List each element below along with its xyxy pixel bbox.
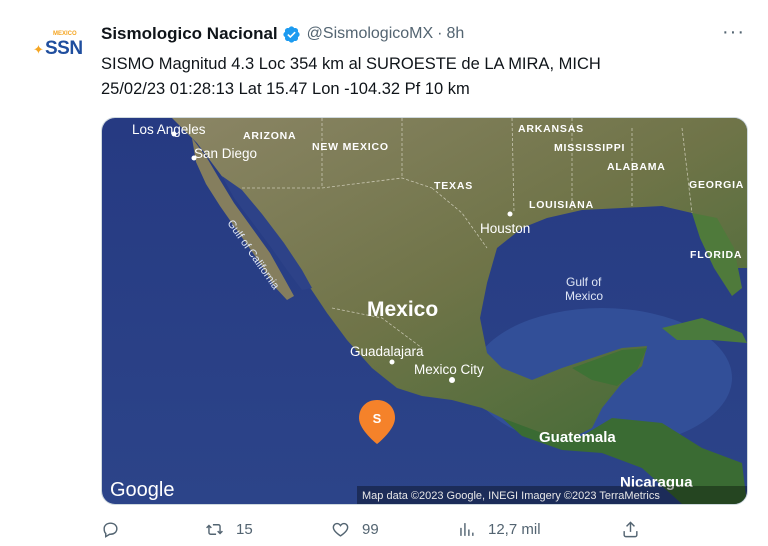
- google-logo: Google: [110, 479, 175, 501]
- label-arkansas: ARKANSAS: [518, 123, 584, 135]
- label-georgia: GEORGIA: [689, 179, 744, 191]
- map-graphic: ARIZONA NEW MEXICO TEXAS ARKANSAS MISSIS…: [102, 118, 747, 504]
- reply-icon: [103, 522, 118, 538]
- retweet-icon: [206, 524, 223, 535]
- tweet-text-line: SISMO Magnitud 4.3 Loc 354 km al SUROEST…: [101, 55, 601, 73]
- tweet-timestamp[interactable]: 8h: [446, 25, 464, 43]
- avatar-country-text: MEXICO: [53, 31, 77, 37]
- city-dot-houston: [507, 211, 513, 217]
- label-gulf-of-mexico: Gulf of: [566, 275, 602, 289]
- map-image[interactable]: ARIZONA NEW MEXICO TEXAS ARKANSAS MISSIS…: [101, 117, 748, 505]
- label-mexico-city: Mexico City: [414, 362, 484, 377]
- label-houston: Houston: [480, 221, 530, 236]
- like-count: 99: [362, 521, 379, 538]
- share-icon: [623, 521, 638, 538]
- label-san-diego: San Diego: [194, 146, 257, 161]
- share-button[interactable]: [621, 520, 640, 539]
- spark-icon: ✦: [33, 42, 44, 57]
- tweet-text: SISMO Magnitud 4.3 Loc 354 km al SUROEST…: [101, 52, 741, 102]
- tweet-actions: 15 99 12,7 mil: [101, 520, 641, 546]
- more-options-icon[interactable]: ···: [722, 22, 745, 42]
- analytics-icon: [460, 523, 474, 536]
- label-mississippi: MISSISSIPPI: [554, 142, 625, 154]
- label-mexico: Mexico: [367, 298, 438, 321]
- label-new-mexico: NEW MEXICO: [312, 141, 389, 153]
- label-guatemala: Guatemala: [539, 429, 616, 446]
- account-name[interactable]: Sismologico Nacional: [101, 24, 278, 44]
- avatar[interactable]: MEXICO ✦ SSN: [27, 22, 83, 78]
- views-count: 12,7 mil: [488, 521, 541, 538]
- map-attribution[interactable]: Map data ©2023 Google, INEGI Imagery ©20…: [362, 490, 660, 502]
- label-alabama: ALABAMA: [607, 161, 666, 173]
- views-button[interactable]: 12,7 mil: [457, 520, 541, 539]
- account-handle[interactable]: @SismologicoMX: [307, 25, 434, 43]
- label-gulf-of-mexico: Mexico: [565, 289, 603, 303]
- separator-dot: ·: [437, 25, 443, 42]
- label-texas: TEXAS: [434, 180, 473, 192]
- label-florida: FLORIDA: [690, 249, 742, 261]
- retweet-button[interactable]: 15: [205, 520, 253, 539]
- avatar-logo-text: SSN: [45, 38, 83, 59]
- tweet-header: Sismologico Nacional @SismologicoMX · 8h: [101, 22, 464, 46]
- label-los-angeles: Los Angeles: [132, 122, 206, 137]
- reply-button[interactable]: [101, 520, 120, 539]
- city-dot-mexico-city: [449, 377, 455, 383]
- city-dot-guadalajara: [389, 359, 395, 365]
- like-button[interactable]: 99: [331, 520, 379, 539]
- label-arizona: ARIZONA: [243, 130, 296, 142]
- verified-badge-icon[interactable]: [282, 25, 301, 44]
- label-guadalajara: Guadalajara: [350, 344, 424, 359]
- retweet-count: 15: [236, 521, 253, 538]
- heart-icon: [332, 522, 349, 537]
- tweet-text-line: 25/02/23 01:28:13 Lat 15.47 Lon -104.32 …: [101, 80, 470, 98]
- marker-label: S: [373, 411, 382, 426]
- label-louisiana: LOUISIANA: [529, 199, 594, 211]
